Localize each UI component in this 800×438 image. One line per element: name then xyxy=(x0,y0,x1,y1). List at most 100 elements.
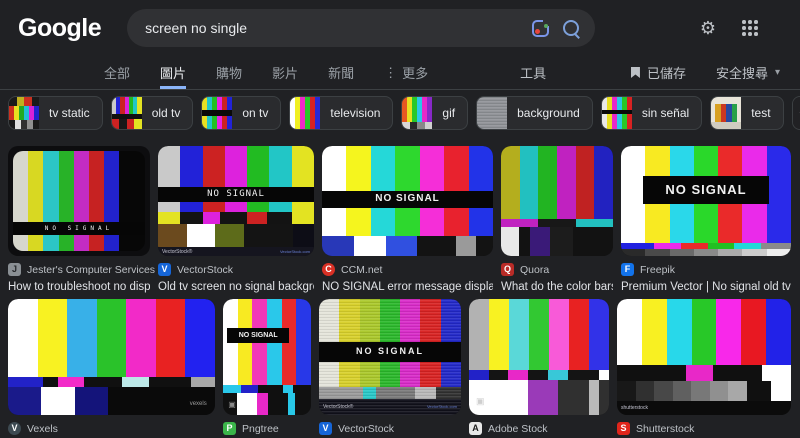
settings-gear-icon[interactable]: ⚙ xyxy=(700,19,716,37)
pattern-bar xyxy=(97,299,127,377)
tools-button[interactable]: 工具 xyxy=(520,56,546,89)
filter-chip-on-tv[interactable]: on tv xyxy=(201,96,281,130)
result-source[interactable]: FFreepik xyxy=(621,263,791,276)
result-source[interactable]: PPngtree xyxy=(223,422,311,435)
pattern-row xyxy=(469,380,609,415)
result-title[interactable]: Old tv screen no signal backgrou... xyxy=(158,281,314,293)
result-image[interactable]: ▣ xyxy=(469,299,609,415)
pattern-bar xyxy=(34,106,39,120)
result-image[interactable]: NO SIGNAL▣ xyxy=(223,299,311,415)
result-source[interactable]: SShutterstock xyxy=(617,422,791,435)
search-icon[interactable] xyxy=(563,20,579,36)
filter-chip-sin-señal[interactable]: sin señal xyxy=(601,96,702,130)
pattern-bar xyxy=(737,104,741,122)
pattern-bar xyxy=(191,377,215,387)
filter-chip-television[interactable]: television xyxy=(289,96,393,130)
result-image[interactable]: VectorStock®VectorStock.comNO SIGNAL xyxy=(158,146,314,256)
pattern-bar xyxy=(158,146,180,212)
source-name: Vexels xyxy=(27,423,58,435)
tab-videos[interactable]: 影片 xyxy=(272,56,298,89)
pattern-bar xyxy=(417,122,425,129)
pattern-bar xyxy=(237,393,257,415)
pattern-bar xyxy=(43,151,58,251)
tab-more-label: 更多 xyxy=(402,63,428,82)
tab-more[interactable]: ⋮ 更多 xyxy=(384,56,428,89)
pattern-bar xyxy=(667,299,692,365)
result-caption: FFreepik Premium Vector | No signal old t… xyxy=(621,263,791,293)
pattern-row xyxy=(711,104,741,122)
filter-chip-smart-tv[interactable]: – – –smart tv xyxy=(792,96,800,130)
google-logo[interactable]: Google xyxy=(18,14,101,43)
result-source[interactable]: VVectorStock xyxy=(158,263,314,276)
search-box[interactable] xyxy=(127,9,595,47)
chip-thumbnail xyxy=(9,97,39,129)
pattern-bar xyxy=(627,97,632,110)
result-image[interactable]: shutterstock xyxy=(617,299,791,415)
filter-chip-background[interactable]: background xyxy=(476,96,593,130)
pattern-row xyxy=(202,97,232,110)
pattern-bar xyxy=(41,387,74,415)
test-pattern: NO SIGNAL▣ xyxy=(223,299,311,415)
pattern-bar xyxy=(322,236,354,256)
result-card: NO SIGNAL JJester's Computer Services How … xyxy=(8,146,150,293)
source-favicon: J xyxy=(8,263,21,276)
result-image[interactable]: NO SIGNAL xyxy=(322,146,493,256)
result-image[interactable]: NO SIGNAL xyxy=(8,146,150,256)
result-image[interactable] xyxy=(501,146,613,256)
filter-chip-test[interactable]: test xyxy=(710,96,783,130)
result-image[interactable]: NO SIGNAL xyxy=(621,146,791,256)
pattern-bar xyxy=(621,146,645,243)
source-favicon: Q xyxy=(501,263,514,276)
chip-thumbnail xyxy=(202,97,232,129)
result-source[interactable]: JJester's Computer Services xyxy=(8,263,150,276)
result-title[interactable]: What do the color bars fr... xyxy=(501,281,613,293)
safesearch-button[interactable]: 安全搜尋 ▾ xyxy=(716,63,780,82)
tab-images[interactable]: 圖片 xyxy=(160,56,186,89)
pattern-bar xyxy=(112,119,120,129)
tab-news[interactable]: 新聞 xyxy=(328,56,354,89)
pattern-bar xyxy=(292,212,314,224)
apps-grid-icon[interactable] xyxy=(742,20,758,36)
result-source[interactable]: VVexels xyxy=(8,422,215,435)
result-title[interactable]: Premium Vector | No signal old tv scre..… xyxy=(621,281,791,293)
result-title[interactable]: How to troubleshoot no displa... xyxy=(8,281,150,293)
pattern-bar xyxy=(127,119,135,129)
filter-chip-gif[interactable]: gif xyxy=(401,96,468,130)
chip-label: test xyxy=(741,106,782,120)
pattern-bar xyxy=(402,122,410,129)
pattern-bar xyxy=(621,249,645,256)
pattern-bar xyxy=(761,243,791,250)
top-right-icons: ⚙ xyxy=(700,19,776,37)
bookmark-icon xyxy=(631,67,640,78)
pattern-bar xyxy=(8,387,41,415)
result-caption: VVexelsTelevision Screen No Signal Vecto… xyxy=(8,422,215,438)
pattern-row xyxy=(711,122,741,129)
pattern-bar xyxy=(38,299,68,377)
tab-all[interactable]: 全部 xyxy=(104,56,130,89)
search-input[interactable] xyxy=(143,19,518,37)
chip-label: tv static xyxy=(39,106,102,120)
result-image[interactable]: VectorStock®VectorStock.comNO SIGNAL xyxy=(319,299,461,415)
pattern-row xyxy=(9,106,39,120)
pattern-row xyxy=(711,97,741,104)
pattern-bar xyxy=(293,385,311,393)
pattern-bar xyxy=(386,236,418,256)
filter-chip-tv-static[interactable]: tv static xyxy=(8,96,103,130)
filter-chip-old-tv[interactable]: old tv xyxy=(111,96,194,130)
pattern-bar xyxy=(718,249,742,256)
result-title[interactable]: NO SIGNAL error message displayed o... xyxy=(322,281,493,293)
result-image[interactable]: vexels xyxy=(8,299,215,415)
pattern-row xyxy=(501,146,613,219)
pattern-bar xyxy=(158,212,180,224)
result-source[interactable]: VVectorStock xyxy=(319,422,461,435)
saved-button[interactable]: 已儲存 xyxy=(631,63,686,82)
result-source[interactable]: QQuora xyxy=(501,263,613,276)
google-lens-icon[interactable] xyxy=(532,20,549,37)
pattern-bar xyxy=(288,393,295,415)
pattern-bar xyxy=(119,151,145,251)
tab-shopping[interactable]: 購物 xyxy=(216,56,242,89)
result-source[interactable]: AAdobe Stock xyxy=(469,422,609,435)
pattern-row xyxy=(501,227,613,256)
pattern-row xyxy=(602,97,632,110)
result-source[interactable]: CCCM.net xyxy=(322,263,493,276)
